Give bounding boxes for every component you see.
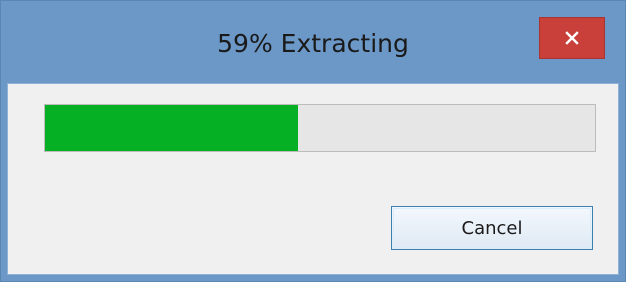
progress-bar-fill — [45, 105, 298, 151]
dialog-body: Cancel — [7, 83, 619, 275]
title-bar[interactable]: 59% Extracting — [1, 1, 625, 83]
dialog-title: 59% Extracting — [217, 29, 409, 58]
extract-dialog-window: 59% Extracting Cancel — [0, 0, 626, 282]
cancel-button-label: Cancel — [461, 217, 523, 239]
progress-bar — [44, 104, 596, 152]
close-button[interactable] — [539, 17, 605, 59]
cancel-button[interactable]: Cancel — [391, 206, 593, 250]
close-icon — [565, 31, 579, 45]
